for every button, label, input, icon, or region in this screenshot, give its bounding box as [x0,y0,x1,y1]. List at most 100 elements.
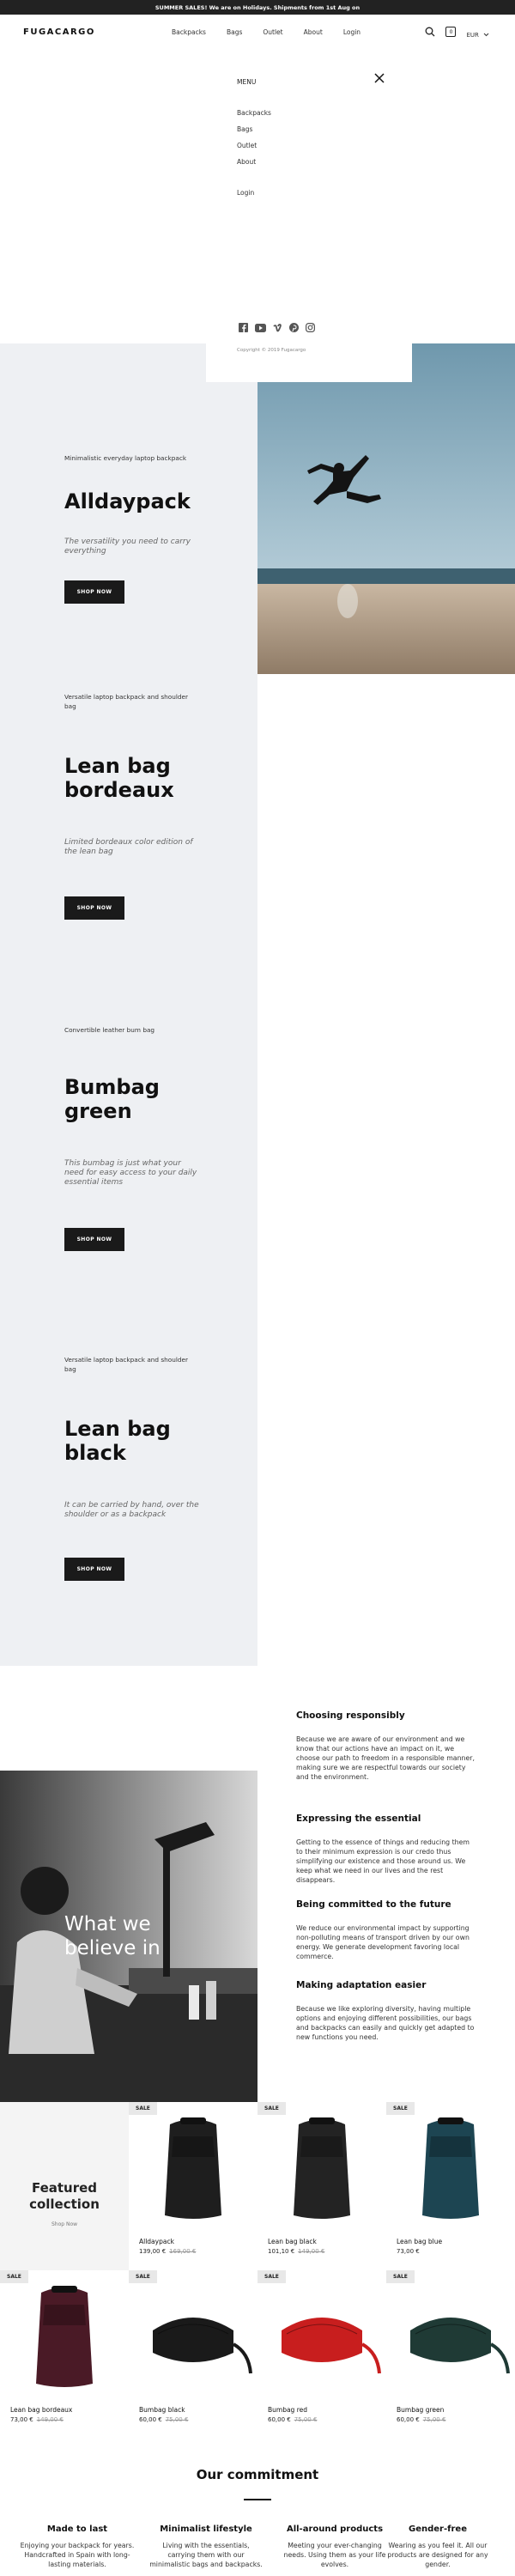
youtube-icon[interactable] [255,323,266,332]
current-price: 60,00 € [397,2416,420,2423]
commitment-heading: Gender-free [409,2524,467,2534]
product-price: 73,00 € [397,2248,423,2255]
value-text: Getting to the essence of things and red… [296,1838,470,1884]
value-text: We reduce our environmental impact by su… [296,1924,470,1960]
slide-description: The versatility you need to carry everyt… [64,538,191,556]
vimeo-icon[interactable] [273,323,282,332]
facebook-icon[interactable] [239,323,248,332]
featured-collection: Featured collection Shop Now [0,2102,129,2270]
shop-now-button[interactable]: SHOP NOW [64,1228,124,1251]
nav-item-outlet[interactable]: Outlet [263,28,282,36]
sale-badge: SALE [129,2102,157,2115]
current-price: 139,00 € [139,2248,167,2255]
featured-shop-now-link[interactable]: Shop Now [52,2221,77,2227]
value-choosing-responsibly: Choosing responsibly Because we are awar… [296,1710,476,1782]
menu-panel: MENU Backpacks Bags Outlet About Login C… [206,49,412,382]
product-card[interactable]: SALE Lean bag blue 73,00 € [386,2102,515,2270]
nav-item-about[interactable]: About [304,28,323,36]
slide-description: This bumbag is just what your need for e… [64,1159,197,1187]
commitment-text: Wearing as you feel it. All our products… [387,2542,488,2568]
product-image [165,2117,221,2219]
nav-item-bags[interactable]: Bags [227,28,242,36]
product-price: 139,00 €169,00 € [139,2248,196,2255]
product-name[interactable]: Bumbag black [139,2406,185,2414]
product-price: 60,00 €75,00 € [397,2416,445,2423]
value-expressing-essential: Expressing the essential Getting to the … [296,1814,476,1885]
announcement-text: SUMMER SALES! We are on Holidays. Shipme… [154,3,360,11]
menu-item-login[interactable]: Login [237,189,254,197]
close-icon[interactable] [374,73,385,83]
sale-badge: SALE [386,2270,415,2283]
product-card[interactable]: SALE Bumbag black 60,00 €75,00 € [129,2270,258,2439]
current-price: 73,00 € [397,2248,420,2255]
product-name[interactable]: Lean bag bordeaux [10,2406,72,2414]
value-committed-future: Being committed to the future We reduce … [296,1899,476,1961]
product-image [294,2117,350,2219]
slide-kicker: Minimalistic everyday laptop backpack [64,454,187,462]
menu-item-outlet[interactable]: Outlet [237,142,271,158]
product-card[interactable]: SALE Alldaypack 139,00 €169,00 € [129,2102,258,2270]
product-card[interactable]: SALE Bumbag red 60,00 €75,00 € [258,2270,386,2439]
current-price: 60,00 € [268,2416,291,2423]
instagram-icon[interactable] [306,323,315,332]
slide-lean-bag-black: Versatile laptop backpack and shoulder b… [64,1355,202,1581]
slide-description: It can be carried by hand, over the shou… [64,1501,199,1519]
current-price: 60,00 € [139,2416,162,2423]
slide-kicker: Convertible leather bum bag [64,1026,155,1034]
header-icons: 0 EUR [425,15,489,49]
value-text: Because we like exploring diversity, hav… [296,2005,475,2041]
product-name[interactable]: Bumbag green [397,2406,444,2414]
sale-badge: SALE [258,2270,286,2283]
currency-label: EUR [466,31,479,39]
sale-badge: SALE [129,2270,157,2283]
hero-image [258,343,515,674]
product-price: 60,00 €75,00 € [268,2416,317,2423]
product-name[interactable]: Lean bag black [268,2238,317,2245]
product-name[interactable]: Lean bag blue [397,2238,442,2245]
values-title: What we believe in [64,1913,161,1959]
commitment-gender-free: Gender-free Wearing as you feel it. All … [373,2524,502,2569]
value-heading: Choosing responsibly [296,1710,405,1721]
sale-badge: SALE [0,2270,28,2283]
product-name[interactable]: Bumbag red [268,2406,307,2414]
value-text: Because we are aware of our environment … [296,1735,475,1781]
site-header: FUGACARGO Backpacks Bags Outlet About Lo… [0,15,515,49]
search-icon[interactable] [425,24,435,40]
nav-item-login[interactable]: Login [343,28,360,36]
commitment-minimalist-lifestyle: Minimalist lifestyle Living with the ess… [142,2524,270,2569]
slide-lean-bag-bordeaux: Versatile laptop backpack and shoulder b… [64,692,202,920]
value-heading: Making adaptation easier [296,1980,427,1990]
old-price: 149,00 € [298,2248,325,2255]
menu-item-about[interactable]: About [237,158,271,174]
old-price: 75,00 € [165,2416,189,2423]
old-price: 149,00 € [36,2416,64,2423]
product-card[interactable]: SALE Lean bag black 101,10 €149,00 € [258,2102,386,2270]
commitment-divider [244,2499,271,2500]
product-card[interactable]: SALE Bumbag green 60,00 €75,00 € [386,2270,515,2439]
product-name[interactable]: Alldaypack [139,2238,174,2245]
slide-kicker: Versatile laptop backpack and shoulder b… [64,693,189,710]
cart-icon[interactable]: 0 [445,27,457,37]
menu-item-bags[interactable]: Bags [237,125,271,142]
product-image [36,2286,93,2387]
product-price: 60,00 €75,00 € [139,2416,188,2423]
shop-now-button[interactable]: SHOP NOW [64,1558,124,1581]
product-image [410,2318,510,2374]
commitment-text: Living with the essentials, carrying the… [149,2542,263,2568]
menu-item-backpacks[interactable]: Backpacks [237,109,271,125]
current-price: 101,10 € [268,2248,295,2255]
site-logo[interactable]: FUGACARGO [23,27,95,37]
old-price: 169,00 € [169,2248,197,2255]
currency-selector[interactable]: EUR [466,24,489,40]
pinterest-icon[interactable] [289,323,299,332]
shop-now-button[interactable]: SHOP NOW [64,896,124,920]
menu-title: MENU [237,78,257,86]
nav-item-backpacks[interactable]: Backpacks [172,28,206,36]
commitment-heading: Minimalist lifestyle [160,2524,252,2534]
announcement-bar: SUMMER SALES! We are on Holidays. Shipme… [0,0,515,15]
shop-now-button[interactable]: SHOP NOW [64,580,124,604]
product-price: 73,00 €149,00 € [10,2416,64,2423]
menu-list: Backpacks Bags Outlet About [237,109,271,174]
slide-bumbag-green: Convertible leather bum bag Bumbag green… [64,1025,202,1251]
product-card[interactable]: SALE Lean bag bordeaux 73,00 €149,00 € [0,2270,129,2439]
